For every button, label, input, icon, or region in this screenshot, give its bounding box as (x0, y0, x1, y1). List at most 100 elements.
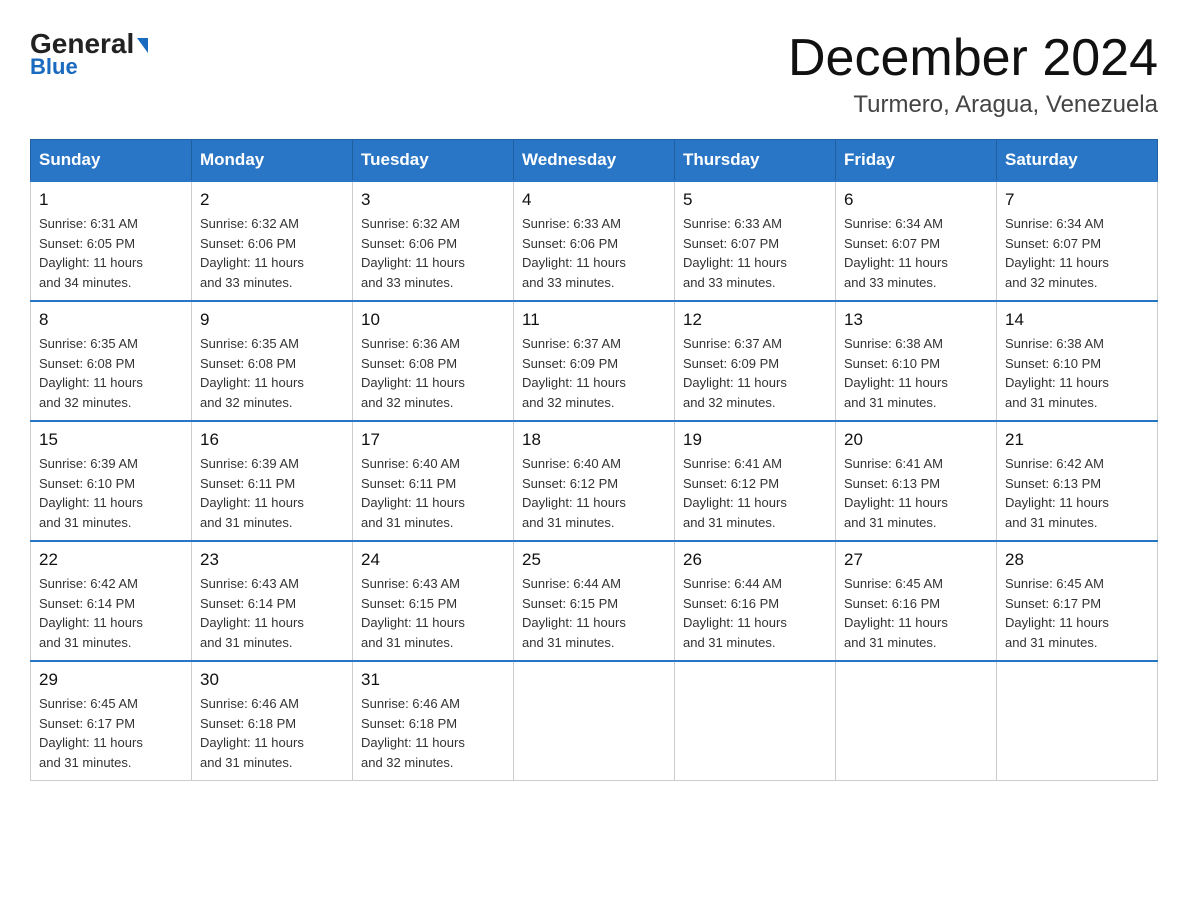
day-number: 3 (361, 190, 505, 210)
calendar-week-row: 15 Sunrise: 6:39 AMSunset: 6:10 PMDayligh… (31, 421, 1158, 541)
calendar-cell: 24Sunrise: 6:43 AMSunset: 6:15 PMDayligh… (353, 541, 514, 661)
day-info: Sunrise: 6:32 AMSunset: 6:06 PMDaylight:… (361, 214, 505, 292)
day-number: 13 (844, 310, 988, 330)
calendar-week-row: 29 Sunrise: 6:45 AMSunset: 6:17 PMDayligh… (31, 661, 1158, 781)
calendar-cell: 3 Sunrise: 6:32 AMSunset: 6:06 PMDaylight… (353, 181, 514, 301)
day-info: Sunrise: 6:36 AMSunset: 6:08 PMDaylight:… (361, 334, 505, 412)
day-info: Sunrise: 6:45 AMSunset: 6:17 PMDaylight:… (1005, 574, 1149, 652)
calendar-cell: 19 Sunrise: 6:41 AMSunset: 6:12 PMDayligh… (675, 421, 836, 541)
day-number: 6 (844, 190, 988, 210)
calendar-cell: 4Sunrise: 6:33 AMSunset: 6:06 PMDaylight… (514, 181, 675, 301)
day-number: 16 (200, 430, 344, 450)
day-number: 15 (39, 430, 183, 450)
day-number: 20 (844, 430, 988, 450)
day-info: Sunrise: 6:44 AMSunset: 6:16 PMDaylight:… (683, 574, 827, 652)
day-info: Sunrise: 6:45 AMSunset: 6:16 PMDaylight:… (844, 574, 988, 652)
day-number: 22 (39, 550, 183, 570)
day-number: 8 (39, 310, 183, 330)
weekday-header-tuesday: Tuesday (353, 140, 514, 182)
calendar-table: SundayMondayTuesdayWednesdayThursdayFrid… (30, 139, 1158, 781)
day-number: 27 (844, 550, 988, 570)
calendar-cell: 21Sunrise: 6:42 AMSunset: 6:13 PMDayligh… (997, 421, 1158, 541)
day-number: 21 (1005, 430, 1149, 450)
day-info: Sunrise: 6:37 AMSunset: 6:09 PMDaylight:… (683, 334, 827, 412)
day-info: Sunrise: 6:31 AMSunset: 6:05 PMDaylight:… (39, 214, 183, 292)
calendar-cell: 29 Sunrise: 6:45 AMSunset: 6:17 PMDayligh… (31, 661, 192, 781)
calendar-cell: 20Sunrise: 6:41 AMSunset: 6:13 PMDayligh… (836, 421, 997, 541)
day-info: Sunrise: 6:42 AMSunset: 6:14 PMDaylight:… (39, 574, 183, 652)
calendar-cell: 13 Sunrise: 6:38 AMSunset: 6:10 PMDayligh… (836, 301, 997, 421)
day-number: 18 (522, 430, 666, 450)
day-number: 9 (200, 310, 344, 330)
day-number: 1 (39, 190, 183, 210)
day-info: Sunrise: 6:32 AMSunset: 6:06 PMDaylight:… (200, 214, 344, 292)
calendar-cell: 18 Sunrise: 6:40 AMSunset: 6:12 PMDayligh… (514, 421, 675, 541)
calendar-cell: 7 Sunrise: 6:34 AMSunset: 6:07 PMDaylight… (997, 181, 1158, 301)
day-number: 14 (1005, 310, 1149, 330)
month-title: December 2024 (788, 30, 1158, 87)
calendar-cell: 1 Sunrise: 6:31 AMSunset: 6:05 PMDaylight… (31, 181, 192, 301)
day-info: Sunrise: 6:44 AMSunset: 6:15 PMDaylight:… (522, 574, 666, 652)
weekday-header-saturday: Saturday (997, 140, 1158, 182)
day-info: Sunrise: 6:39 AMSunset: 6:10 PMDaylight:… (39, 454, 183, 532)
calendar-cell: 8 Sunrise: 6:35 AMSunset: 6:08 PMDaylight… (31, 301, 192, 421)
weekday-header-row: SundayMondayTuesdayWednesdayThursdayFrid… (31, 140, 1158, 182)
day-info: Sunrise: 6:34 AMSunset: 6:07 PMDaylight:… (1005, 214, 1149, 292)
day-info: Sunrise: 6:38 AMSunset: 6:10 PMDaylight:… (1005, 334, 1149, 412)
day-number: 31 (361, 670, 505, 690)
day-info: Sunrise: 6:37 AMSunset: 6:09 PMDaylight:… (522, 334, 666, 412)
day-info: Sunrise: 6:33 AMSunset: 6:07 PMDaylight:… (683, 214, 827, 292)
title-block: December 2024 Turmero, Aragua, Venezuela (788, 30, 1158, 119)
calendar-cell: 15 Sunrise: 6:39 AMSunset: 6:10 PMDayligh… (31, 421, 192, 541)
logo-blue: Blue (30, 54, 78, 80)
day-number: 29 (39, 670, 183, 690)
calendar-cell: 2Sunrise: 6:32 AMSunset: 6:06 PMDaylight… (192, 181, 353, 301)
calendar-cell: 14 Sunrise: 6:38 AMSunset: 6:10 PMDayligh… (997, 301, 1158, 421)
day-info: Sunrise: 6:43 AMSunset: 6:14 PMDaylight:… (200, 574, 344, 652)
location-title: Turmero, Aragua, Venezuela (788, 91, 1158, 119)
day-number: 24 (361, 550, 505, 570)
day-info: Sunrise: 6:40 AMSunset: 6:11 PMDaylight:… (361, 454, 505, 532)
day-info: Sunrise: 6:40 AMSunset: 6:12 PMDaylight:… (522, 454, 666, 532)
calendar-cell: 25 Sunrise: 6:44 AMSunset: 6:15 PMDayligh… (514, 541, 675, 661)
calendar-cell (997, 661, 1158, 781)
day-info: Sunrise: 6:34 AMSunset: 6:07 PMDaylight:… (844, 214, 988, 292)
day-number: 23 (200, 550, 344, 570)
day-number: 10 (361, 310, 505, 330)
calendar-cell: 22 Sunrise: 6:42 AMSunset: 6:14 PMDayligh… (31, 541, 192, 661)
day-number: 7 (1005, 190, 1149, 210)
day-number: 30 (200, 670, 344, 690)
calendar-cell: 28 Sunrise: 6:45 AMSunset: 6:17 PMDayligh… (997, 541, 1158, 661)
logo: General Blue (30, 30, 148, 80)
calendar-cell: 9 Sunrise: 6:35 AMSunset: 6:08 PMDaylight… (192, 301, 353, 421)
day-info: Sunrise: 6:38 AMSunset: 6:10 PMDaylight:… (844, 334, 988, 412)
day-number: 28 (1005, 550, 1149, 570)
calendar-week-row: 22 Sunrise: 6:42 AMSunset: 6:14 PMDayligh… (31, 541, 1158, 661)
day-info: Sunrise: 6:35 AMSunset: 6:08 PMDaylight:… (39, 334, 183, 412)
weekday-header-monday: Monday (192, 140, 353, 182)
day-number: 26 (683, 550, 827, 570)
calendar-cell (836, 661, 997, 781)
calendar-week-row: 1 Sunrise: 6:31 AMSunset: 6:05 PMDaylight… (31, 181, 1158, 301)
calendar-week-row: 8 Sunrise: 6:35 AMSunset: 6:08 PMDaylight… (31, 301, 1158, 421)
day-info: Sunrise: 6:41 AMSunset: 6:12 PMDaylight:… (683, 454, 827, 532)
day-info: Sunrise: 6:35 AMSunset: 6:08 PMDaylight:… (200, 334, 344, 412)
calendar-cell: 26 Sunrise: 6:44 AMSunset: 6:16 PMDayligh… (675, 541, 836, 661)
day-number: 19 (683, 430, 827, 450)
day-number: 25 (522, 550, 666, 570)
calendar-cell: 16Sunrise: 6:39 AMSunset: 6:11 PMDayligh… (192, 421, 353, 541)
calendar-cell: 10 Sunrise: 6:36 AMSunset: 6:08 PMDayligh… (353, 301, 514, 421)
day-info: Sunrise: 6:33 AMSunset: 6:06 PMDaylight:… (522, 214, 666, 292)
weekday-header-thursday: Thursday (675, 140, 836, 182)
day-info: Sunrise: 6:45 AMSunset: 6:17 PMDaylight:… (39, 694, 183, 772)
day-number: 17 (361, 430, 505, 450)
day-number: 11 (522, 310, 666, 330)
calendar-cell: 12 Sunrise: 6:37 AMSunset: 6:09 PMDayligh… (675, 301, 836, 421)
weekday-header-wednesday: Wednesday (514, 140, 675, 182)
calendar-cell: 27 Sunrise: 6:45 AMSunset: 6:16 PMDayligh… (836, 541, 997, 661)
day-info: Sunrise: 6:46 AMSunset: 6:18 PMDaylight:… (200, 694, 344, 772)
calendar-cell: 30 Sunrise: 6:46 AMSunset: 6:18 PMDayligh… (192, 661, 353, 781)
calendar-cell: 31Sunrise: 6:46 AMSunset: 6:18 PMDayligh… (353, 661, 514, 781)
day-number: 12 (683, 310, 827, 330)
calendar-cell (675, 661, 836, 781)
